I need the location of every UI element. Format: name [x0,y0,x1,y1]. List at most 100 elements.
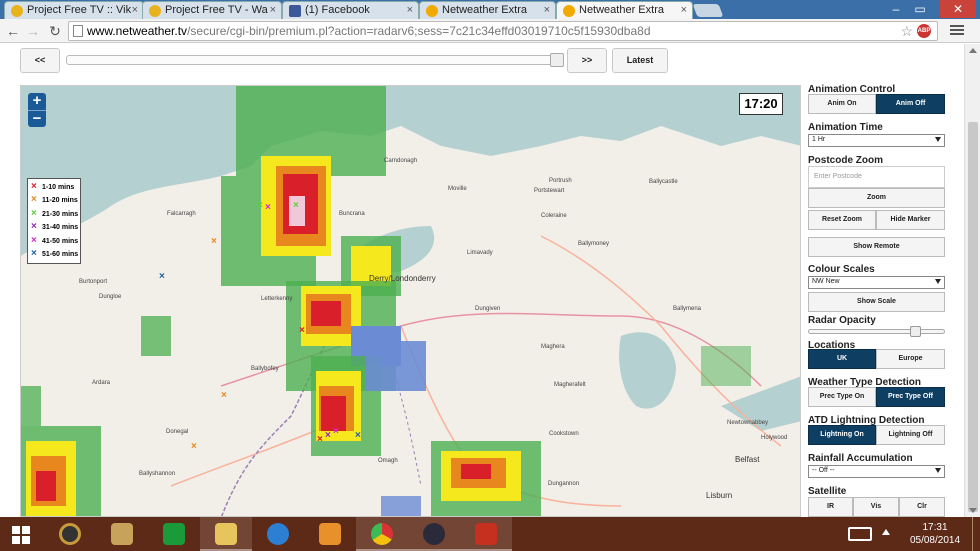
browser-menu-icon[interactable] [950,23,964,37]
reload-button[interactable]: ↻ [46,22,64,40]
page-scrollbar[interactable] [964,44,980,517]
minimize-button[interactable]: – [884,0,908,18]
animation-slider-track[interactable] [66,55,564,65]
map-label: Dungloe [99,294,122,300]
tab-close-icon[interactable]: × [270,4,276,16]
next-frame-button[interactable]: >> [567,48,607,73]
map-background: × × × × × × × × × × × × [21,86,800,516]
lightning-off-button[interactable]: Lightning Off [876,425,945,445]
svg-text:×: × [191,441,197,452]
map-label: Ballycastle [649,179,678,185]
tab-close-icon[interactable]: × [132,4,138,16]
taskbar-app[interactable] [200,517,252,551]
svg-text:×: × [221,390,227,401]
map-label: Lisburn [706,491,733,500]
new-tab-button[interactable] [692,4,724,17]
legend-label: 1-10 mins [42,184,75,191]
maximize-button[interactable]: ▭ [908,0,932,18]
locations-uk-button[interactable]: UK [808,349,876,369]
browser-tab[interactable]: Project Free TV - Wa × [142,1,282,19]
start-button[interactable] [0,517,44,551]
taskbar-app[interactable] [148,517,200,551]
postcode-input[interactable]: Enter Postcode [808,166,945,188]
media-player-icon [319,523,341,545]
slider-knob[interactable] [910,326,921,337]
scroll-thumb[interactable] [968,122,978,512]
taskbar-app-active[interactable] [356,517,408,551]
browser-tab-active[interactable]: Netweather Extra × [556,1,693,19]
zoom-button[interactable]: Zoom [808,188,945,208]
satellite-vis-button[interactable]: Vis [853,497,899,517]
anim-on-button[interactable]: Anim On [808,94,876,114]
zoom-in-button[interactable]: + [28,93,46,110]
map-label: Omagh [378,458,398,464]
show-desktop-button[interactable] [972,517,980,551]
taskbar-clock[interactable]: 17:31 05/08/2014 [904,521,966,547]
animation-time-select[interactable]: 1 Hr [808,134,945,147]
prec-type-off-button[interactable]: Prec Type Off [876,387,945,407]
satellite-ir-button[interactable]: IR [808,497,853,517]
hide-marker-button[interactable]: Hide Marker [876,210,945,230]
satellite-clr-button[interactable]: Clr [899,497,945,517]
svg-text:×: × [211,236,217,247]
taskbar-app[interactable] [96,517,148,551]
svg-text:×: × [325,430,331,441]
legend-item: × 21-30 mins [31,208,78,222]
legend-item: × 31-40 mins [31,221,79,235]
browser-tab[interactable]: (1) Facebook × [282,1,419,19]
radar-map[interactable]: × × × × × × × × × × × × Carndonagh Movil… [20,85,801,517]
address-bar[interactable]: www.netweather.tv/secure/cgi-bin/premium… [68,21,938,41]
colour-scale-select[interactable]: NW New [808,276,945,289]
radar-opacity-slider[interactable] [808,326,945,337]
svg-text:×: × [333,426,339,437]
animation-slider-handle[interactable] [550,53,564,67]
window-close-button[interactable]: ✕ [940,0,976,18]
map-label: Burtonport [79,279,108,285]
back-button[interactable]: ← [4,22,22,40]
adblock-extension-icon[interactable]: ABP [917,24,931,38]
taskbar-app[interactable] [460,517,512,551]
tab-close-icon[interactable]: × [407,4,413,16]
map-label: Limavady [467,250,493,256]
rainfall-select[interactable]: -- Off -- [808,465,945,478]
browser-tab[interactable]: Netweather Extra × [419,1,556,19]
locations-europe-button[interactable]: Europe [876,349,945,369]
tab-close-icon[interactable]: × [544,4,550,16]
map-label: Ballymena [673,306,702,312]
prec-type-on-button[interactable]: Prec Type On [808,387,876,407]
taskbar-app[interactable] [408,517,460,551]
scroll-down-icon[interactable] [969,508,977,513]
magenta-cross-icon: × [31,234,37,246]
latest-button[interactable]: Latest [612,48,668,73]
show-remote-button[interactable]: Show Remote [808,237,945,257]
keyboard-icon[interactable] [848,527,872,541]
svg-text:×: × [293,200,299,211]
reset-zoom-button[interactable]: Reset Zoom [808,210,876,230]
anim-off-button[interactable]: Anim Off [876,94,945,114]
taskbar-app[interactable] [44,517,96,551]
tab-title: Project Free TV :: Vik [27,4,132,16]
bookmark-star-icon[interactable]: ☆ [900,23,913,40]
browser-tab[interactable]: Project Free TV :: Vik × [4,1,144,19]
map-label: Ballymoney [578,241,610,247]
chevron-down-icon [935,137,941,142]
lightning-on-button[interactable]: Lightning On [808,425,876,445]
taskbar-app[interactable] [304,517,356,551]
zoom-out-button[interactable]: − [28,110,46,127]
forward-button[interactable]: → [24,22,42,40]
legend-item: × 11-20 mins [31,195,78,208]
map-label: Holywood [761,435,788,441]
land-area [21,126,800,516]
taskbar-app[interactable] [252,517,304,551]
chevron-down-icon [935,468,941,473]
previous-frame-button[interactable]: << [20,48,60,73]
internet-explorer-icon [267,523,289,545]
show-scale-button[interactable]: Show Scale [808,292,945,312]
legend-label: 31-40 mins [42,224,79,232]
show-hidden-icons-icon[interactable] [882,529,890,535]
tab-close-icon[interactable]: × [681,4,687,16]
svg-text:×: × [257,200,263,211]
scroll-up-icon[interactable] [969,48,977,53]
archive-app-icon [111,523,133,545]
purple-cross-icon: × [31,221,37,233]
